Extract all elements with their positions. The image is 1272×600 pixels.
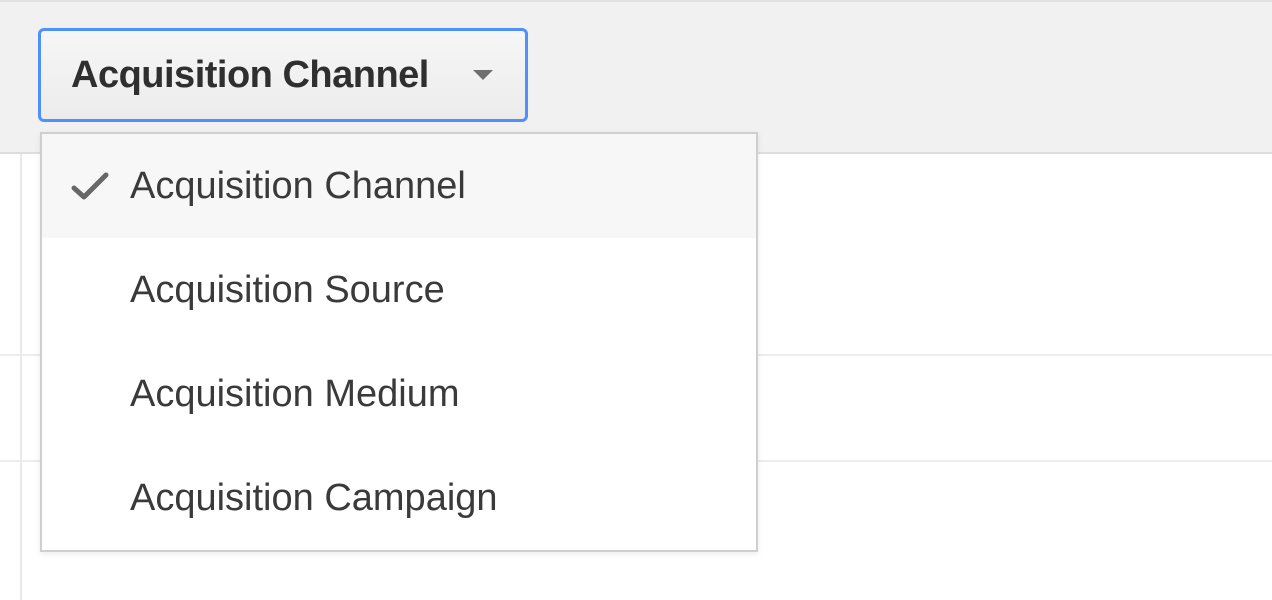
dropdown-option-acquisition-channel[interactable]: Acquisition Channel	[42, 134, 756, 238]
dimension-dropdown-panel: Acquisition Channel Acquisition Source A…	[40, 132, 758, 552]
dropdown-option-label: Acquisition Channel	[130, 165, 732, 208]
check-icon	[70, 170, 130, 202]
dropdown-option-acquisition-source[interactable]: Acquisition Source	[42, 238, 756, 342]
page-root: Acquisition Channel Acquisition Channel …	[0, 0, 1272, 600]
dropdown-option-label: Acquisition Medium	[130, 373, 732, 416]
dropdown-option-acquisition-campaign[interactable]: Acquisition Campaign	[42, 446, 756, 550]
caret-down-icon	[471, 68, 495, 82]
dropdown-option-acquisition-medium[interactable]: Acquisition Medium	[42, 342, 756, 446]
dropdown-option-label: Acquisition Campaign	[130, 477, 732, 520]
table-left-gutter	[0, 154, 22, 600]
dimension-dropdown-button[interactable]: Acquisition Channel	[38, 28, 528, 122]
dropdown-option-label: Acquisition Source	[130, 269, 732, 312]
dimension-dropdown-label: Acquisition Channel	[71, 54, 429, 97]
